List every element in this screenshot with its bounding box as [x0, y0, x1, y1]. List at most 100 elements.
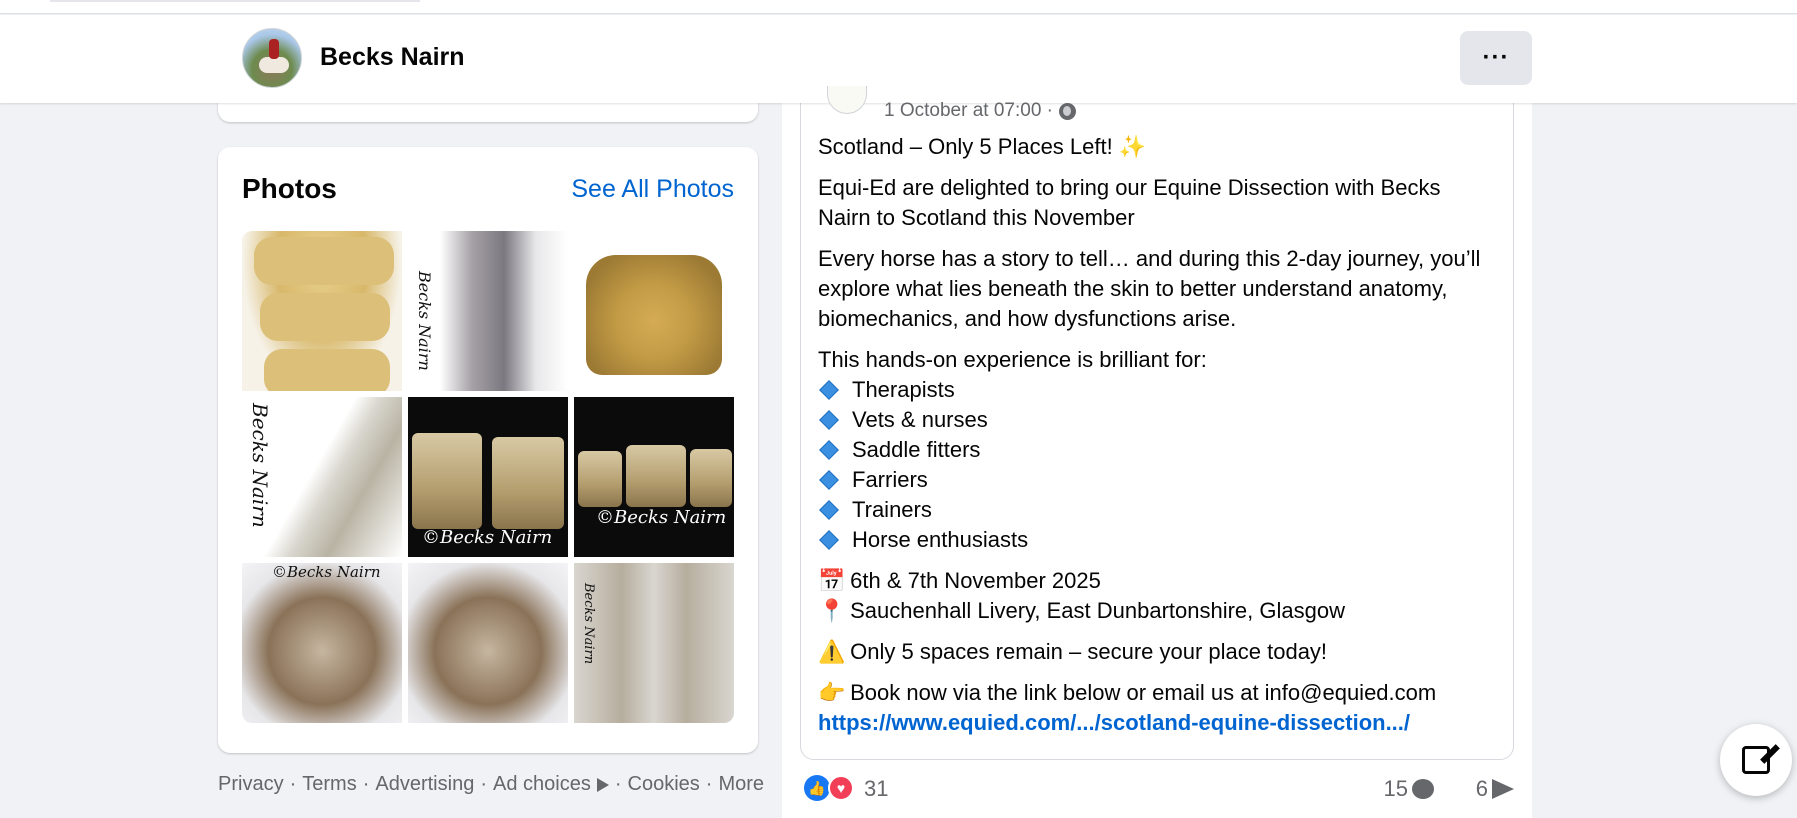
- list-item-label: Vets & nurses: [852, 407, 988, 432]
- blue-diamond-icon: [819, 500, 839, 520]
- photo-8[interactable]: [408, 563, 568, 723]
- photo-9[interactable]: Becks Nairn: [574, 563, 734, 723]
- post-story: Every horse has a story to tell… and dur…: [818, 246, 1481, 331]
- blue-diamond-icon: [819, 410, 839, 430]
- bone-shape: [578, 451, 622, 507]
- globe-icon: [1059, 102, 1076, 120]
- list-item: Horse enthusiasts: [818, 525, 1498, 555]
- booking-link[interactable]: https://www.equied.com/.../scotland-equi…: [818, 708, 1498, 738]
- event-location-text: Sauchenhall Livery, East Dunbartonshire,…: [850, 598, 1345, 623]
- list-item: Vets & nurses: [818, 405, 1498, 435]
- list-item-label: Therapists: [852, 377, 955, 402]
- photo-signature: Becks Nairn: [415, 271, 434, 371]
- booking-line: 👉 Book now via the link below or email u…: [818, 678, 1498, 708]
- compose-icon: [1742, 746, 1770, 774]
- bone-shape: [492, 437, 564, 529]
- avatar-horse: [259, 57, 289, 73]
- photo-2[interactable]: Becks Nairn: [408, 231, 568, 391]
- list-item-label: Farriers: [852, 467, 928, 492]
- more-dots-icon: ···: [1482, 44, 1510, 71]
- avatar[interactable]: [242, 28, 302, 88]
- warning-text: Only 5 spaces remain – secure your place…: [850, 639, 1328, 664]
- new-message-button[interactable]: [1720, 724, 1792, 796]
- event-date: 📅 6th & 7th November 2025: [818, 566, 1498, 596]
- footer-link-cookies[interactable]: Cookies: [628, 773, 700, 796]
- photo-signature: ©Becks Nairn: [422, 527, 553, 548]
- avatar-rider: [269, 39, 279, 59]
- like-reaction-icon[interactable]: 👍: [804, 775, 830, 801]
- photo-1[interactable]: [242, 231, 402, 391]
- more-options-button[interactable]: ···: [1460, 31, 1532, 85]
- footer-link-terms[interactable]: Terms: [302, 773, 356, 796]
- list-item-label: Saddle fitters: [852, 437, 981, 462]
- blue-diamond-icon: [819, 380, 839, 400]
- comment-count-value: 15: [1383, 776, 1408, 801]
- event-date-text: 6th & 7th November 2025: [850, 568, 1101, 593]
- photo-7[interactable]: ©Becks Nairn: [242, 563, 402, 723]
- list-item-label: Horse enthusiasts: [852, 527, 1029, 552]
- list-item-label: Trainers: [852, 497, 932, 522]
- footer-link-ad-choices[interactable]: Ad choices: [493, 773, 591, 796]
- list-item: Trainers: [818, 495, 1498, 525]
- post-headline: Scotland – Only 5 Places Left! ✨: [818, 134, 1147, 159]
- bone-shape: [690, 449, 732, 507]
- footer-separator: ·: [362, 773, 370, 795]
- profile-header-bar: Becks Nairn ···: [0, 15, 1797, 103]
- photos-title: Photos: [242, 173, 337, 204]
- post-text: Scotland – Only 5 Places Left! ✨ Equi-Ed…: [818, 132, 1498, 738]
- blue-diamond-icon: [819, 470, 839, 490]
- photo-signature: ©Becks Nairn: [596, 507, 727, 528]
- ad-choices-icon: [596, 777, 609, 792]
- bone-shape: [264, 349, 390, 391]
- pin-icon: 📍: [818, 598, 846, 623]
- photo-signature: ©Becks Nairn: [272, 563, 381, 581]
- list-item: Therapists: [818, 375, 1498, 405]
- reaction-bar: 👍 ♥ 31 15 6: [800, 772, 1514, 808]
- photo-signature: Becks Nairn: [581, 583, 596, 665]
- warning-icon: ⚠️: [818, 639, 846, 664]
- photo-4[interactable]: Becks Nairn: [242, 397, 402, 557]
- footer-separator: ·: [614, 773, 622, 795]
- photo-5[interactable]: ©Becks Nairn: [408, 397, 568, 557]
- footer-separator: ·: [289, 773, 297, 795]
- reaction-count[interactable]: 31: [864, 776, 888, 802]
- footer-link-privacy[interactable]: Privacy: [218, 773, 284, 796]
- bone-shape: [254, 237, 394, 285]
- see-all-photos-link[interactable]: See All Photos: [571, 175, 734, 204]
- post-intro: Equi-Ed are delighted to bring our Equin…: [818, 175, 1441, 230]
- pointing-hand-icon: 👉: [818, 680, 846, 705]
- event-details: 📅 6th & 7th November 2025 📍 Sauchenhall …: [818, 566, 1498, 626]
- comment-icon: [1412, 779, 1434, 799]
- share-count[interactable]: 6: [1476, 776, 1514, 802]
- share-icon: [1492, 779, 1514, 799]
- comment-count[interactable]: 15: [1384, 776, 1434, 802]
- photo-grid: Becks Nairn Becks Nairn ©Becks Nairn ©Be…: [242, 231, 734, 723]
- share-count-value: 6: [1475, 776, 1488, 801]
- photos-card: Photos See All Photos Becks Nairn Becks …: [218, 147, 758, 753]
- photo-6[interactable]: ©Becks Nairn: [574, 397, 734, 557]
- top-strip-divider: [50, 0, 420, 2]
- blue-diamond-icon: [819, 530, 839, 550]
- booking-block: 👉 Book now via the link below or email u…: [818, 678, 1498, 738]
- footer-link-more[interactable]: More: [718, 773, 764, 796]
- footer-separator: ·: [480, 773, 487, 795]
- bone-shape: [260, 293, 390, 341]
- post-meta: 1 October at 07:00 ·: [884, 100, 1076, 122]
- calendar-icon: 📅: [818, 568, 846, 593]
- post-timestamp[interactable]: 1 October at 07:00 ·: [884, 100, 1053, 122]
- photo-3[interactable]: [574, 231, 734, 391]
- warning-line: ⚠️ Only 5 spaces remain – secure your pl…: [818, 637, 1498, 667]
- footer-links: Privacy · Terms · Advertising · Ad choic…: [218, 773, 764, 796]
- footer-link-advertising[interactable]: Advertising: [375, 773, 474, 796]
- booking-text: Book now via the link below or email us …: [850, 680, 1437, 705]
- bone-shape: [626, 445, 686, 507]
- bone-block-shape: [586, 255, 722, 375]
- profile-name[interactable]: Becks Nairn: [320, 43, 465, 72]
- love-reaction-icon[interactable]: ♥: [828, 775, 854, 801]
- event-location: 📍 Sauchenhall Livery, East Dunbartonshir…: [818, 596, 1498, 626]
- audience-intro: This hands-on experience is brilliant fo…: [818, 347, 1207, 372]
- footer-separator: ·: [705, 773, 713, 795]
- list-item: Saddle fitters: [818, 435, 1498, 465]
- photo-signature: Becks Nairn: [248, 403, 272, 528]
- bone-shape: [412, 433, 482, 529]
